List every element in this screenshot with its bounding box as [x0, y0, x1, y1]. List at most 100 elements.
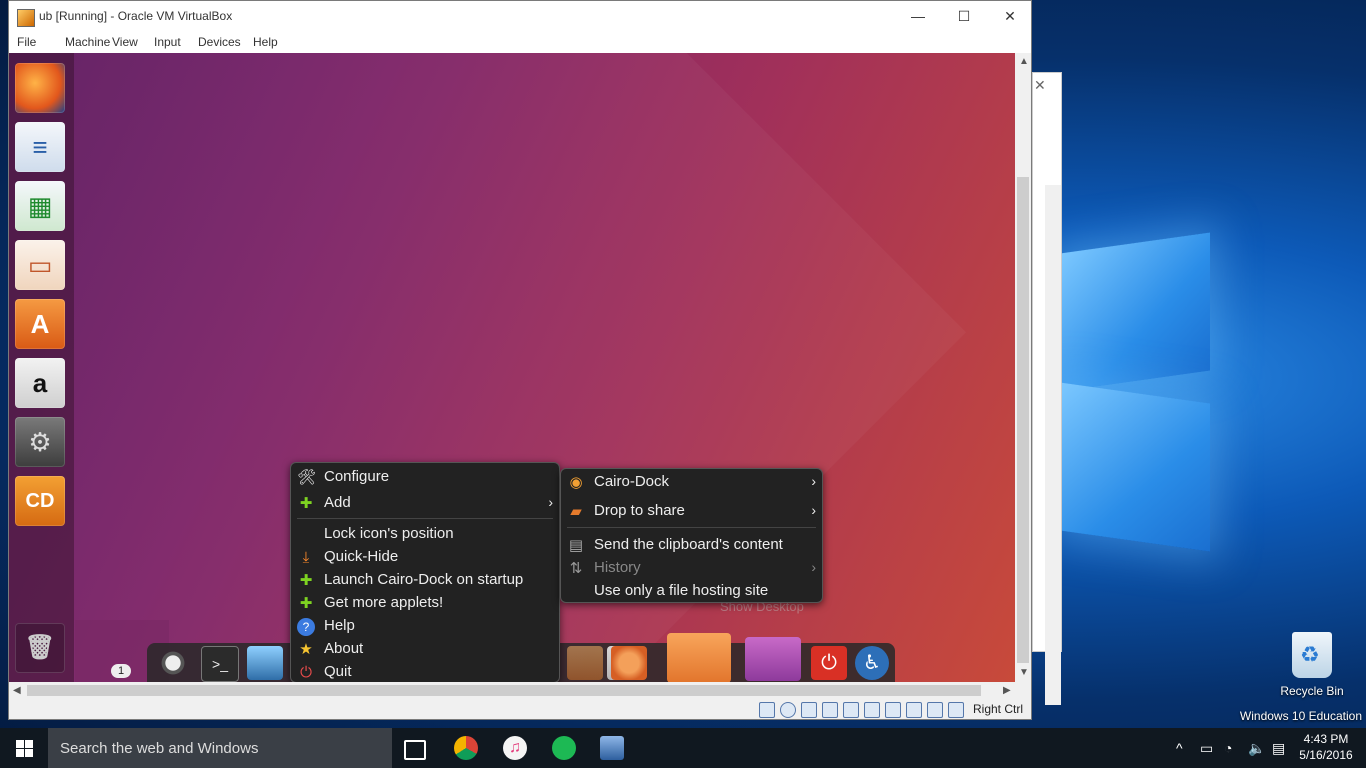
ubuntu-icon[interactable] [155, 646, 191, 680]
menu-item-launch-on-startup[interactable]: ✚ Launch Cairo-Dock on startup [291, 570, 559, 592]
search-box[interactable]: Search the web and Windows [48, 728, 392, 768]
recycle-bin[interactable]: Recycle Bin [1276, 632, 1348, 698]
horizontal-scrollbar[interactable]: ◀ ▶ [9, 682, 1015, 699]
menu-item-label: About [324, 640, 364, 657]
firefox-icon[interactable] [15, 63, 65, 113]
image-viewer-icon[interactable] [247, 646, 283, 680]
menu-bar: File Machine View Input Devices Help [9, 32, 1031, 53]
start-button[interactable] [0, 728, 48, 768]
terminal-icon[interactable]: >_ [201, 646, 239, 682]
minimize-button[interactable]: — [895, 1, 941, 32]
optical-drive-icon[interactable] [780, 702, 796, 718]
menu-item-quick-hide[interactable]: ⤓ Quick-Hide [291, 547, 559, 569]
scroll-left-icon[interactable]: ◀ [13, 685, 21, 696]
downloads-folder-icon[interactable] [667, 633, 731, 682]
add-submenu: ◉ Cairo-Dock › ▰ Drop to share › ▤ Send … [560, 468, 823, 603]
menu-item-add[interactable]: ✚ Add › [291, 493, 559, 515]
recycle-bin-label: Recycle Bin [1280, 684, 1344, 698]
scroll-right-icon[interactable]: ▶ [1003, 685, 1011, 696]
unity-launcher: ≡ ▦ ▭ A a ⚙ CD 🗑 [9, 53, 74, 682]
usb-icon[interactable] [843, 702, 859, 718]
device-icon[interactable]: ▭ [1200, 740, 1213, 757]
title-bar[interactable]: ub [Running] - Oracle VM VirtualBox — ☐ … [9, 1, 1031, 32]
cairo-dock-icon[interactable]: CD [15, 476, 65, 526]
menu-item-help[interactable]: ? Help [291, 616, 559, 638]
impress-icon[interactable]: ▭ [15, 240, 65, 290]
close-icon[interactable]: ✕ [1034, 77, 1046, 94]
software-center-icon[interactable]: A [15, 299, 65, 349]
wifi-icon[interactable]: ◔ [1224, 740, 1232, 756]
submenu-item-file-hosting[interactable]: Use only a file hosting site [561, 581, 822, 603]
system-settings-icon[interactable]: ⚙ [15, 417, 65, 467]
video-capture-icon[interactable] [906, 702, 922, 718]
menu-item-label: Lock icon's position [324, 525, 454, 542]
close-button[interactable]: ✕ [987, 1, 1033, 32]
scrollbar-thumb[interactable] [1017, 177, 1029, 663]
calc-icon[interactable]: ▦ [15, 181, 65, 231]
maximize-button[interactable]: ☐ [941, 1, 987, 32]
virtualbox-taskbar-icon[interactable] [600, 736, 624, 760]
folder-icon[interactable] [567, 646, 603, 680]
menu-item-label: Get more applets! [324, 594, 444, 611]
submenu-item-cairo-dock[interactable]: ◉ Cairo-Dock › [561, 472, 822, 494]
menu-input[interactable]: Input [154, 35, 181, 49]
menu-file[interactable]: File [17, 35, 36, 49]
guest-screen[interactable]: ≡ ▦ ▭ A a ⚙ CD 🗑 1 Show Desktop >_ ⏻ ♿ 🛠… [9, 53, 1015, 682]
task-view-icon[interactable] [404, 740, 426, 760]
volume-icon[interactable]: 🔈 [1248, 740, 1265, 757]
hard-disk-icon[interactable] [759, 702, 775, 718]
trash-icon[interactable]: 🗑 [15, 623, 65, 673]
display-icon[interactable] [885, 702, 901, 718]
menu-item-about[interactable]: ★ About [291, 639, 559, 661]
system-clock[interactable]: 4:43 PM 5/16/2016 [1296, 731, 1356, 763]
amazon-icon[interactable]: a [15, 358, 65, 408]
scrollbar[interactable] [1045, 185, 1061, 705]
status-bar: Right Ctrl [9, 699, 1031, 719]
writer-icon[interactable]: ≡ [15, 122, 65, 172]
plus-icon: ✚ [299, 495, 313, 512]
background-window[interactable]: ✕ [1032, 72, 1062, 705]
menu-view[interactable]: View [112, 35, 138, 49]
scrollbar-thumb[interactable] [27, 685, 981, 696]
menu-machine[interactable]: Machine [65, 35, 110, 49]
virtualbox-app-icon [17, 9, 35, 27]
scroll-up-icon[interactable]: ▲ [1019, 56, 1029, 67]
accessibility-icon[interactable]: ♿ [855, 646, 889, 680]
submenu-item-label: History [594, 559, 641, 576]
chrome-icon[interactable] [454, 736, 478, 760]
menu-item-configure[interactable]: 🛠 Configure [291, 467, 559, 489]
vertical-scrollbar[interactable]: ▲ ▼ [1015, 53, 1031, 682]
clock-date: 5/16/2016 [1299, 748, 1353, 762]
submenu-item-label: Cairo-Dock [594, 473, 670, 490]
menu-item-get-more-applets[interactable]: ✚ Get more applets! [291, 593, 559, 615]
menu-help[interactable]: Help [253, 35, 278, 49]
shared-folders-icon[interactable] [864, 702, 880, 718]
menu-item-label: Quick-Hide [324, 548, 399, 565]
itunes-icon[interactable]: ♫ [503, 736, 527, 760]
submenu-item-history[interactable]: ⇅ History › [561, 558, 822, 580]
chevron-right-icon: › [548, 494, 553, 510]
menu-item-quit[interactable]: ⏻ Quit [291, 662, 559, 682]
network-icon[interactable] [822, 702, 838, 718]
power-icon[interactable]: ⏻ [811, 646, 847, 680]
menu-devices[interactable]: Devices [198, 35, 241, 49]
folder-share-icon: ▰ [570, 503, 582, 520]
chevron-right-icon: › [811, 473, 816, 489]
submenu-item-drop-to-share[interactable]: ▰ Drop to share › [561, 501, 822, 523]
hide-icon: ⤓ [302, 549, 310, 566]
host-key-label: Right Ctrl [972, 702, 1023, 716]
mouse-integration-icon[interactable] [948, 702, 964, 718]
spotify-icon[interactable] [552, 736, 576, 760]
scroll-down-icon[interactable]: ▼ [1019, 667, 1029, 678]
window-title: ub [Running] - Oracle VM VirtualBox [39, 9, 233, 23]
audio-icon[interactable] [801, 702, 817, 718]
menu-item-lock-position[interactable]: Lock icon's position [291, 524, 559, 546]
workspace-number: 1 [111, 664, 131, 678]
notifications-icon[interactable]: ▤ [1272, 740, 1285, 757]
window-icon[interactable] [745, 637, 801, 681]
backup-icon[interactable] [611, 646, 647, 680]
submenu-item-send-clipboard[interactable]: ▤ Send the clipboard's content [561, 535, 822, 557]
star-icon: ★ [299, 641, 313, 658]
virtualization-icon[interactable] [927, 702, 943, 718]
chevron-up-icon[interactable]: ^ [1176, 740, 1183, 756]
